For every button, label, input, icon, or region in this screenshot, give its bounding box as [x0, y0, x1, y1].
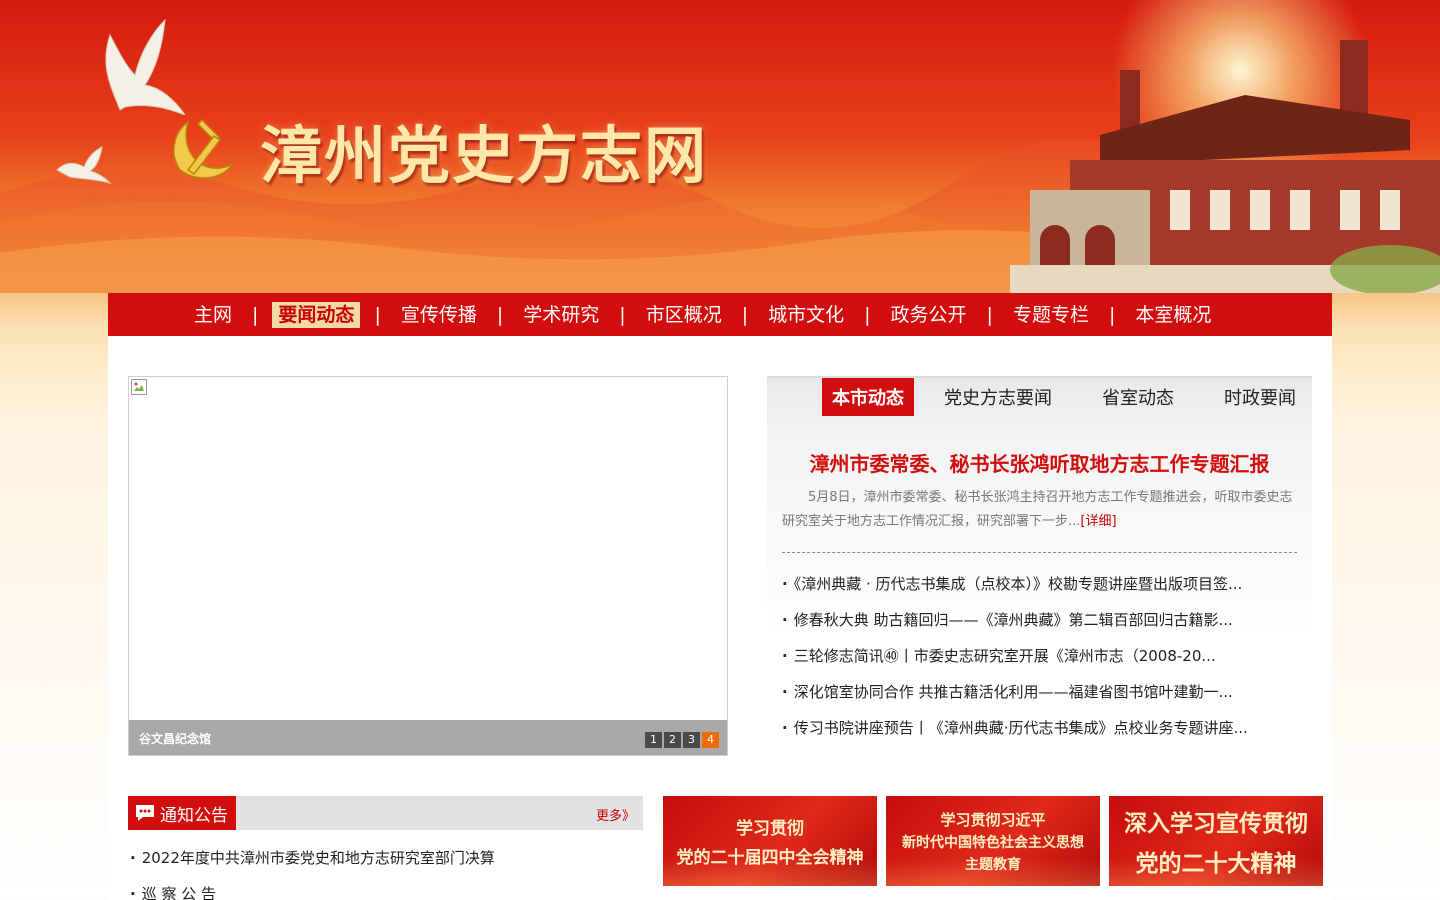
slider-dot[interactable]: 1 — [645, 732, 662, 748]
nav-item-home[interactable]: 主网 — [188, 302, 238, 328]
banner-line: 党的二十届四中全会精神 — [676, 848, 864, 868]
tab-history-news[interactable]: 党史方志要闻 — [934, 378, 1062, 416]
notice-list: 2022年度中共漳州市委党史和地方志研究室部门决算 巡 察 公 告 — [130, 844, 495, 900]
nav-item-culture[interactable]: 城市文化 — [762, 302, 850, 328]
slider-pagination: 1 2 3 4 — [645, 732, 719, 748]
news-summary: 5月8日，漳州市委常委、秘书长张鸿主持召开地方志工作专题推进会，听取市委史志研究… — [782, 486, 1297, 534]
banner-line: 主题教育 — [965, 856, 1021, 873]
news-headline[interactable]: 漳州市委常委、秘书长张鸿听取地方志工作专题汇报 — [767, 448, 1312, 477]
banner-line: 党的二十大精神 — [1135, 850, 1297, 877]
nav-item-news[interactable]: 要闻动态 — [272, 301, 361, 328]
party-emblem-icon — [173, 118, 235, 179]
nav-separator: | — [619, 303, 626, 326]
news-list-item[interactable]: 深化馆室协同合作 共推古籍活化利用——福建省图书馆叶建勤一... — [782, 681, 1297, 717]
tab-city-news[interactable]: 本市动态 — [822, 378, 914, 416]
details-link[interactable]: [详细] — [1080, 514, 1116, 529]
notice-title-box: 通知公告 — [128, 796, 236, 830]
tab-province-news[interactable]: 省室动态 — [1092, 378, 1184, 416]
banner-line: 新时代中国特色社会主义思想 — [902, 834, 1084, 851]
notice-list-item[interactable]: 巡 察 公 告 — [130, 880, 495, 900]
site-header: 漳州党史方志网 — [0, 0, 1440, 293]
nav-item-publicity[interactable]: 宣传传播 — [395, 302, 483, 328]
nav-item-government[interactable]: 政务公开 — [885, 302, 973, 328]
notice-list-item[interactable]: 2022年度中共漳州市委党史和地方志研究室部门决算 — [130, 844, 495, 880]
banner-row: 学习贯彻 党的二十届四中全会精神 学习贯彻习近平 新时代中国特色社会主义思想 主… — [663, 796, 1323, 886]
divider — [782, 552, 1297, 553]
nav-item-research[interactable]: 学术研究 — [517, 302, 605, 328]
slider-caption[interactable]: 谷文昌纪念馆 — [139, 730, 211, 747]
nav-separator: | — [741, 303, 749, 326]
news-list-item[interactable]: 传习书院讲座预告丨《漳州典藏·历代志书集成》点校业务专题讲座... — [782, 717, 1297, 753]
news-list-item[interactable]: 三轮修志简讯㊵丨市委史志研究室开展《漳州市志（2008-20... — [782, 645, 1297, 681]
news-list-item[interactable]: 《漳州典藏 · 历代志书集成（点校本）》校勘专题讲座暨出版项目签... — [782, 573, 1297, 609]
banner-line: 学习贯彻习近平 — [940, 810, 1046, 829]
banner-theme-education[interactable]: 学习贯彻习近平 新时代中国特色社会主义思想 主题教育 — [886, 796, 1100, 886]
banner-twentieth-congress[interactable]: 深入学习宣传贯彻 党的二十大精神 — [1109, 796, 1323, 886]
nav-separator: | — [496, 303, 504, 326]
dove-small-icon — [56, 146, 112, 185]
broken-image-icon — [131, 379, 147, 395]
notice-more-link[interactable]: 更多》 — [596, 805, 635, 824]
main-nav: 主网 | 要闻动态 | 宣传传播 | 学术研究 | 市区概况 | 城市文化 | … — [108, 293, 1332, 336]
news-summary-text: 5月8日，漳州市委常委、秘书长张鸿主持召开地方志工作专题推进会，听取市委史志研究… — [782, 490, 1293, 529]
slider-dot[interactable]: 3 — [683, 732, 700, 748]
chat-bubble-icon — [136, 805, 154, 821]
notice-header: 通知公告 更多》 — [128, 796, 643, 830]
nav-item-topics[interactable]: 专题专栏 — [1007, 302, 1095, 328]
nav-separator: | — [374, 303, 381, 326]
main-content: 谷文昌纪念馆 1 2 3 4 本市动态 党史方志要闻 省室动态 时政要闻 漳州市… — [108, 336, 1332, 900]
memorial-building-image — [1010, 40, 1440, 293]
news-panel: 本市动态 党史方志要闻 省室动态 时政要闻 漳州市委常委、秘书长张鸿听取地方志工… — [767, 376, 1312, 756]
dove-icon — [105, 18, 186, 115]
banner-fourth-plenum[interactable]: 学习贯彻 党的二十届四中全会精神 — [663, 796, 877, 886]
news-tabs: 本市动态 党史方志要闻 省室动态 时政要闻 — [822, 378, 1336, 416]
nav-separator: | — [252, 303, 259, 326]
banner-line: 深入学习宣传贯彻 — [1124, 810, 1308, 837]
nav-separator: | — [1108, 303, 1116, 326]
site-logo[interactable]: 漳州党史方志网 — [162, 105, 708, 195]
nav-separator: | — [986, 303, 993, 326]
notice-title: 通知公告 — [160, 805, 228, 826]
image-slider[interactable]: 谷文昌纪念馆 1 2 3 4 — [128, 376, 728, 756]
banner-line: 学习贯彻 — [736, 819, 804, 839]
news-list: 《漳州典藏 · 历代志书集成（点校本）》校勘专题讲座暨出版项目签... 修春秋大… — [782, 573, 1297, 753]
news-list-item[interactable]: 修春秋大典 助古籍回归——《漳州典藏》第二辑百部回归古籍影... — [782, 609, 1297, 645]
tab-politics-news[interactable]: 时政要闻 — [1214, 378, 1306, 416]
slider-dot[interactable]: 2 — [664, 732, 681, 748]
slider-caption-bar: 谷文昌纪念馆 1 2 3 4 — [129, 720, 727, 755]
nav-separator: | — [864, 303, 871, 326]
nav-item-about[interactable]: 本室概况 — [1129, 302, 1217, 328]
nav-item-districts[interactable]: 市区概况 — [640, 302, 728, 328]
slider-dot-active[interactable]: 4 — [702, 732, 719, 748]
site-title: 漳州党史方志网 — [260, 119, 709, 192]
